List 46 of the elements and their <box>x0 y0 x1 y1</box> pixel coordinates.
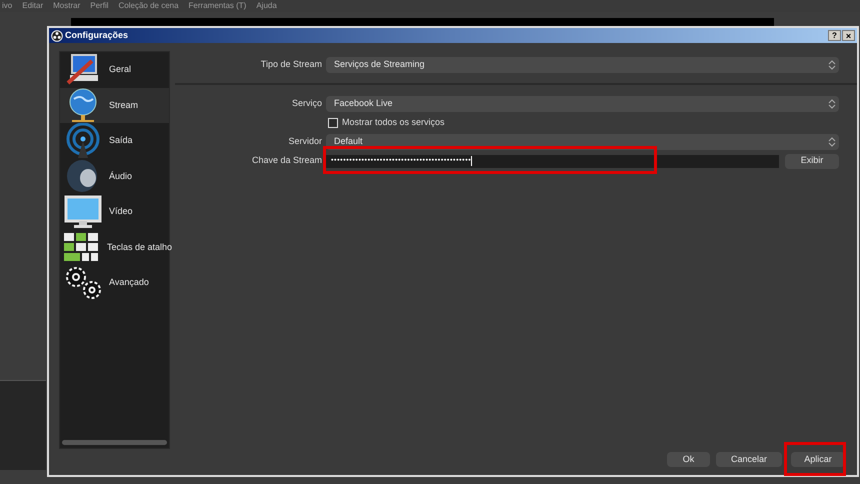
show-button[interactable]: Exibir <box>785 154 839 168</box>
keyboard-icon <box>63 232 101 262</box>
sidebar-label: Geral <box>109 63 132 76</box>
sidebar-label: Vídeo <box>109 205 133 218</box>
dropdown[interactable]: Serviços de Streaming <box>326 57 839 73</box>
dropdown-value: Default <box>334 134 363 148</box>
antenna-icon <box>64 122 102 159</box>
sidebar-item[interactable]: Vídeo <box>60 194 169 230</box>
sidebar-item[interactable]: Stream <box>60 88 169 123</box>
sidebar-label: Áudio <box>109 170 132 182</box>
sidebar-item[interactable]: Geral <box>60 52 169 88</box>
dropdown-value: Facebook Live <box>334 97 393 110</box>
menu-item[interactable]: Perfil <box>90 1 108 11</box>
field-label: Serviço <box>292 97 322 110</box>
window-title: Configurações <box>65 28 128 42</box>
menu-item[interactable]: Mostrar <box>53 1 80 11</box>
checkbox[interactable] <box>328 118 338 128</box>
app-logo-icon <box>51 30 63 42</box>
menu-item[interactable]: Ajuda <box>256 1 277 11</box>
dialog-button[interactable]: Cancelar <box>716 452 782 467</box>
dialog-button[interactable]: Ok <box>667 452 710 467</box>
spinner-arrows-icon <box>827 59 837 71</box>
field-label: Chave da Stream <box>252 154 322 168</box>
dialog-button[interactable]: Aplicar <box>791 452 845 467</box>
menu-item[interactable]: Editar <box>22 1 44 11</box>
dropdown[interactable]: Facebook Live <box>326 96 839 112</box>
field-label: Tipo de Stream <box>260 58 322 72</box>
sidebar-item[interactable]: Áudio <box>60 158 169 194</box>
monitor-icon <box>64 194 102 229</box>
sidebar-label: Saída <box>109 134 133 147</box>
spinner-arrows-icon <box>827 136 837 148</box>
sidebar-item[interactable]: Saída <box>60 123 169 158</box>
menu-item[interactable]: Ferramentas (T) <box>188 1 246 11</box>
help-button[interactable]: ? <box>828 30 841 41</box>
sidebar-item[interactable]: Avançado <box>60 265 169 300</box>
sidebar-label: Avançado <box>109 276 149 289</box>
sidebar-label: Teclas de atalho <box>107 240 172 254</box>
dropdown-value: Serviços de Streaming <box>334 58 425 72</box>
sidebar-label: Stream <box>109 98 138 112</box>
spinner-arrows-icon <box>827 98 837 110</box>
field-label: Servidor <box>288 134 322 148</box>
menu-item[interactable]: ivo <box>2 1 12 11</box>
close-button[interactable]: × <box>842 30 855 41</box>
checkbox-label: Mostrar todos os serviços <box>342 116 445 129</box>
gears-icon <box>63 264 103 301</box>
menu-item[interactable]: Coleção de cena <box>118 1 179 11</box>
